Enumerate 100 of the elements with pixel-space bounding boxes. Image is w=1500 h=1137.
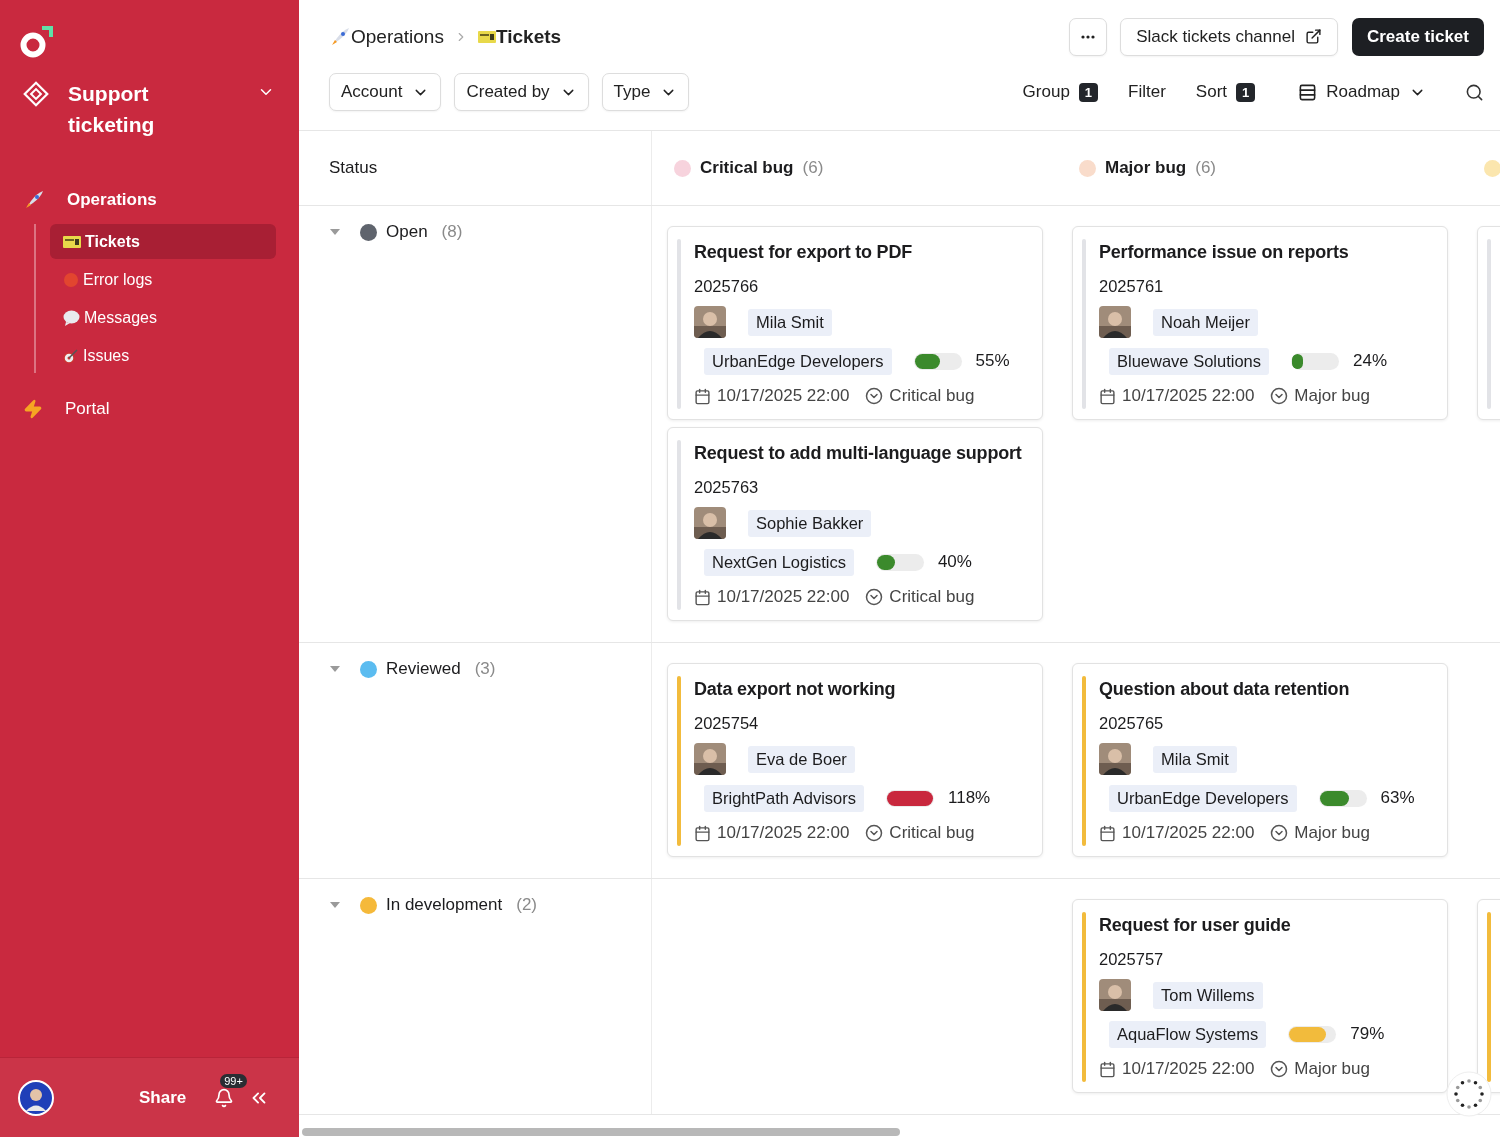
ticket-id: 2025763 [694, 477, 760, 498]
assignee-tag: Mila Smit [748, 308, 832, 336]
ticket-type: Major bug [1294, 823, 1370, 843]
calendar-icon [694, 387, 711, 405]
ticket-type: Critical bug [889, 823, 975, 843]
nav-item[interactable]: Messages [50, 300, 276, 335]
ellipsis-icon [1081, 34, 1096, 39]
speech-bubble-icon [63, 309, 80, 326]
filter-dropdown[interactable]: Type [601, 73, 690, 111]
company-tag: AquaFlow Systems [1109, 1020, 1267, 1048]
notification-count: 99+ [220, 1073, 247, 1088]
assignee-tag: Noah Meijer [1153, 308, 1258, 336]
progress-reading: 118% [948, 788, 991, 808]
calendar-icon [1099, 387, 1116, 405]
search-icon[interactable] [1465, 82, 1484, 102]
column-count: (6) [802, 158, 824, 178]
filter-dropdown[interactable]: Created by [454, 73, 589, 111]
assignee-tag: Tom Willems [1153, 981, 1263, 1009]
chevron-circle-icon [865, 588, 884, 606]
ticket-title: Question about data retention [1099, 678, 1351, 701]
calendar-icon [694, 588, 711, 606]
ticket-card[interactable]: Request for export to PDF 2025766 Mila Smit UrbanEdge Developers 55% 10/17/2025 22:00 Critical bug [667, 226, 1043, 420]
lightning-icon [23, 399, 43, 419]
logo [20, 26, 54, 58]
ticket-title: Performance issue on reports [1099, 241, 1350, 264]
ticket-type: Critical bug [889, 386, 975, 406]
toolbar-button[interactable]: Sort 1 [1195, 82, 1256, 102]
due-date: 10/17/2025 22:00 [1122, 386, 1255, 406]
due-date: 10/17/2025 22:00 [717, 386, 850, 406]
scrollbar[interactable] [302, 1128, 900, 1136]
nav-item[interactable]: Issues [50, 338, 276, 373]
avatar [18, 1079, 54, 1116]
ticket-card[interactable]: Data export not working 2025754 Eva de Boer BrightPath Advisors 118% 10/17/2025 22:00 Critical bug [667, 663, 1043, 857]
create-ticket-button[interactable]: Create ticket [1351, 17, 1484, 56]
share-button[interactable]: Share [139, 1087, 187, 1108]
calendar-icon [694, 824, 711, 842]
ticket-type: Major bug [1294, 386, 1370, 406]
group-title: Reviewed [386, 659, 461, 679]
ticket-type: Major bug [1294, 1059, 1370, 1079]
company-tag: BrightPath Advisors [704, 784, 864, 812]
column-title: Critical bug [700, 158, 794, 178]
company-tag: UrbanEdge Developers [1109, 784, 1297, 812]
ticket-type: Critical bug [889, 587, 975, 607]
toolbar-button[interactable]: Filter [1128, 82, 1166, 102]
ticket-id: 2025766 [694, 276, 760, 297]
ball-icon [63, 271, 79, 288]
group-title: In development [386, 895, 503, 915]
ticket-card[interactable]: Performance issue on reports 2025761 Noah Meijer Bluewave Solutions 24% 10/17/2025 22:00 Major bug [1072, 226, 1448, 420]
ticket-id: 2025761 [1099, 276, 1165, 297]
ticket-title: Data export not working [694, 678, 897, 701]
nav-section[interactable]: Portal [0, 391, 299, 427]
ticket-card[interactable]: Question about data retention 2025765 Mila Smit UrbanEdge Developers 63% 10/17/2025 22:00 Major bug [1072, 663, 1448, 857]
company-tag: UrbanEdge Developers [704, 347, 892, 375]
ticket-id: 2025757 [1099, 949, 1165, 970]
company-tag: Bluewave Solutions [1109, 347, 1269, 375]
due-date: 10/17/2025 22:00 [717, 587, 850, 607]
assignee-tag: Mila Smit [1153, 745, 1237, 773]
chevron-circle-icon [865, 824, 884, 842]
ticket-title: Request to add multi-language support [694, 442, 1022, 465]
notification-icon[interactable] [214, 1087, 235, 1108]
chevron-circle-icon [1270, 1060, 1289, 1078]
external-link-icon [1304, 28, 1322, 45]
nav-section[interactable]: Operations [0, 182, 299, 218]
calendar-icon [1099, 1060, 1116, 1078]
assignee-tag: Sophie Bakker [748, 509, 872, 537]
column-header: Status [329, 158, 378, 178]
group-title: Open [386, 222, 428, 242]
group-count: (3) [474, 659, 496, 679]
due-date: 10/17/2025 22:00 [1122, 1059, 1255, 1079]
progress-reading: 40% [937, 552, 972, 572]
slack-channel-button[interactable]: Slack tickets channel [1120, 17, 1338, 56]
chevron-circle-icon [1270, 824, 1289, 842]
calendar-icon [1099, 824, 1116, 842]
ticket-card[interactable]: Request to add multi-language support 2025763 Sophie Bakker NextGen Logistics 40% 10/17/2025 22:00 Critical bug [667, 427, 1043, 621]
rows-icon [1298, 82, 1318, 102]
breadcrumb-link[interactable]: Tickets [495, 25, 562, 48]
toolbar-button[interactable]: Group 1 [1022, 82, 1099, 102]
workspace-name: Support ticketing [68, 81, 156, 138]
ticket-card[interactable]: Request for user guide 2025757 Tom Willems AquaFlow Systems 79% 10/17/2025 22:00 Major bug [1072, 899, 1448, 1093]
due-date: 10/17/2025 22:00 [717, 823, 850, 843]
column-title: Major bug [1105, 158, 1187, 178]
breadcrumb-link[interactable]: Operations [351, 25, 444, 48]
nav-item[interactable]: Error logs [50, 262, 276, 297]
view-dropdown[interactable]: Roadmap [1298, 82, 1426, 102]
rocket-icon [329, 25, 351, 48]
due-date: 10/17/2025 22:00 [1122, 823, 1255, 843]
nav-item[interactable]: Tickets [50, 224, 276, 259]
target-icon [63, 347, 79, 364]
progress-reading: 79% [1350, 1024, 1385, 1044]
ticket-title: Request for user guide [1099, 914, 1292, 937]
ticket-id: 2025765 [1099, 713, 1165, 734]
ticket-title: Request for export to PDF [694, 241, 913, 264]
company-tag: NextGen Logistics [704, 548, 854, 576]
column-count: (6) [1195, 158, 1216, 178]
progress-reading: 63% [1380, 788, 1415, 808]
progress-reading: 55% [975, 351, 1010, 371]
assignee-tag: Eva de Boer [748, 745, 855, 773]
more-button[interactable] [1069, 17, 1108, 56]
filter-dropdown[interactable]: Account [329, 73, 442, 111]
ticket-id: 2025754 [694, 713, 760, 734]
